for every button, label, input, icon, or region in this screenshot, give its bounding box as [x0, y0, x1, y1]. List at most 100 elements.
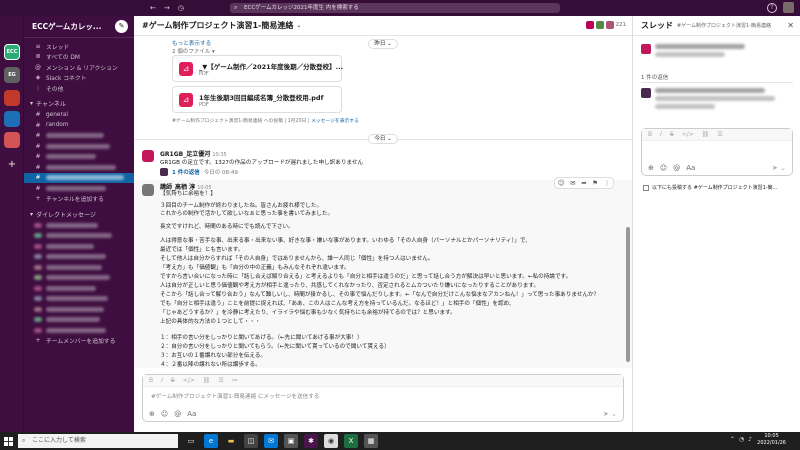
- workspace-eg[interactable]: EG: [4, 67, 20, 83]
- code-icon[interactable]: </>: [682, 131, 694, 138]
- italic-icon[interactable]: I: [161, 377, 163, 384]
- send-icon[interactable]: ➤ ⌄: [772, 164, 786, 172]
- dm-item[interactable]: [24, 220, 134, 231]
- channel-random[interactable]: # random: [24, 120, 134, 131]
- list-icon[interactable]: ☰: [218, 377, 223, 384]
- network-icon[interactable]: ◔: [739, 436, 744, 443]
- link-icon[interactable]: ⛓: [203, 377, 211, 384]
- dm-item[interactable]: [24, 241, 134, 252]
- channels-header[interactable]: ▾ チャンネル: [24, 98, 134, 110]
- sidebar-item-more[interactable]: ⋮ その他: [24, 83, 134, 94]
- file-attachment[interactable]: ⊿ 1年生後期3回目編成名簿_分散登校用.pdf PDF: [172, 86, 342, 113]
- scrollbar[interactable]: [626, 227, 630, 362]
- add-member[interactable]: + チームメンバーを追加する: [24, 336, 134, 347]
- slack-icon[interactable]: ✱: [304, 434, 318, 448]
- channel-general[interactable]: # general: [24, 110, 134, 121]
- channel-title[interactable]: #ゲーム制作プロジェクト演習1-簡易連絡: [142, 20, 293, 31]
- message-input[interactable]: #ゲーム制作プロジェクト演習1-簡易連絡 にメッセージを送信する: [143, 387, 623, 405]
- emoji-icon[interactable]: ☺: [660, 164, 667, 172]
- text-format-icon[interactable]: Aa: [187, 410, 196, 418]
- italic-icon[interactable]: I: [660, 131, 662, 138]
- date-pill-today[interactable]: 今日 ⌄: [368, 134, 398, 144]
- channel-active[interactable]: #: [24, 172, 134, 183]
- avatar[interactable]: [142, 150, 154, 162]
- bookmark-icon[interactable]: ⚑: [592, 179, 598, 187]
- windows-start-icon[interactable]: [0, 432, 16, 450]
- avatar[interactable]: [142, 184, 154, 196]
- dm-item[interactable]: [24, 252, 134, 263]
- dm-item[interactable]: [24, 304, 134, 315]
- channel-blurred[interactable]: #: [24, 162, 134, 173]
- taskbar-search[interactable]: ⌕ ここに入力して検索: [18, 434, 178, 448]
- strike-icon[interactable]: S: [670, 131, 674, 138]
- mention-icon[interactable]: @: [174, 410, 181, 418]
- attach-plus-icon[interactable]: ⊕: [648, 164, 654, 172]
- workspace-ecc[interactable]: ECC: [4, 44, 20, 60]
- bold-icon[interactable]: B: [149, 377, 153, 384]
- system-tray[interactable]: ⌃ ◔ ♪: [730, 436, 752, 443]
- view-message-link[interactable]: メッセージを表示する: [311, 119, 359, 124]
- share-icon[interactable]: ➦: [581, 179, 586, 187]
- mail-icon[interactable]: ✉: [264, 434, 278, 448]
- send-icon[interactable]: ➤ ⌄: [603, 410, 617, 418]
- sidebar-item-threads[interactable]: ≡ スレッド: [24, 41, 134, 52]
- sidebar-item-connect[interactable]: ◈ Slack コネクト: [24, 73, 134, 84]
- message-composer[interactable]: B I S </> ⛓ ☰ ≔ #ゲーム制作プロジェクト演習1-簡易連絡 にメッ…: [142, 374, 624, 422]
- history-icon[interactable]: ◷: [178, 4, 184, 12]
- compose-icon[interactable]: ✎: [115, 20, 128, 33]
- dm-item[interactable]: [24, 325, 134, 336]
- dm-item[interactable]: [24, 262, 134, 273]
- date-pill-yesterday[interactable]: 昨日 ⌄: [368, 39, 398, 49]
- attach-plus-icon[interactable]: ⊕: [149, 410, 155, 418]
- channel-blurred[interactable]: #: [24, 183, 134, 194]
- edge-icon[interactable]: e: [204, 434, 218, 448]
- strike-icon[interactable]: S: [171, 377, 175, 384]
- sidebar-item-all-dm[interactable]: ≣ すべての DM: [24, 52, 134, 63]
- reply-thread-icon[interactable]: ✉: [570, 179, 575, 187]
- dm-header[interactable]: ▾ ダイレクトメッセージ: [24, 208, 134, 220]
- add-channel[interactable]: + チャンネルを追加する: [24, 194, 134, 205]
- dm-item[interactable]: [24, 231, 134, 242]
- link-icon[interactable]: ⛓: [702, 131, 710, 138]
- dm-item[interactable]: [24, 315, 134, 326]
- message-author[interactable]: GR1GB_足立優河 10:35: [160, 149, 227, 158]
- forward-arrow-icon[interactable]: →: [164, 4, 170, 12]
- add-workspace-icon[interactable]: +: [4, 156, 20, 172]
- channel-blurred[interactable]: #: [24, 131, 134, 142]
- avatar[interactable]: [641, 88, 651, 98]
- back-arrow-icon[interactable]: ←: [150, 4, 156, 12]
- user-avatar[interactable]: [783, 2, 794, 13]
- workspace-4[interactable]: [4, 111, 20, 127]
- message-actions[interactable]: ☺ ✉ ➦ ⚑ ⋮: [554, 177, 614, 189]
- volume-icon[interactable]: ♪: [748, 436, 752, 443]
- dm-item[interactable]: [24, 294, 134, 305]
- ordered-list-icon[interactable]: ≔: [232, 377, 238, 384]
- chevron-up-icon[interactable]: ⌃: [730, 436, 735, 443]
- app-icon[interactable]: ▣: [284, 434, 298, 448]
- help-icon[interactable]: ?: [767, 2, 777, 13]
- search-bar[interactable]: ⌕ ECCゲームカレッジ2021年度生 内を検索する: [230, 3, 560, 13]
- also-send-checkbox[interactable]: 以下にも投稿する #ゲーム制作プロジェクト演習1-簡...: [643, 184, 777, 191]
- file-attachment[interactable]: ⊿ _▼【ゲーム制作／2021年度後期／分散登校】... PDF: [172, 55, 343, 82]
- clock[interactable]: 10:05 2022/01/26: [757, 433, 786, 447]
- close-icon[interactable]: ✕: [787, 21, 794, 30]
- bold-icon[interactable]: B: [648, 131, 652, 138]
- excel-icon[interactable]: X: [344, 434, 358, 448]
- avatar[interactable]: [641, 44, 651, 54]
- list-icon[interactable]: ☰: [717, 131, 722, 138]
- dm-item[interactable]: [24, 283, 134, 294]
- show-more-link[interactable]: もっと表示する: [172, 39, 211, 47]
- chrome-icon[interactable]: ◉: [324, 434, 338, 448]
- channel-blurred[interactable]: #: [24, 152, 134, 163]
- mention-icon[interactable]: @: [673, 164, 680, 172]
- workspace-3[interactable]: [4, 90, 20, 106]
- thread-composer[interactable]: B I S </> ⛓ ☰ ⊕ ☺ @ Aa ➤ ⌄: [641, 128, 793, 176]
- workspace-5[interactable]: [4, 132, 20, 148]
- file-explorer-icon[interactable]: ▬: [224, 434, 238, 448]
- checkbox-icon[interactable]: [643, 184, 649, 191]
- task-view-icon[interactable]: ▭: [184, 434, 198, 448]
- member-list[interactable]: 221: [585, 21, 626, 29]
- code-icon[interactable]: </>: [183, 377, 195, 384]
- chevron-down-icon[interactable]: ⌄: [296, 22, 301, 29]
- sidebar-item-mentions[interactable]: @ メンション & リアクション: [24, 62, 134, 73]
